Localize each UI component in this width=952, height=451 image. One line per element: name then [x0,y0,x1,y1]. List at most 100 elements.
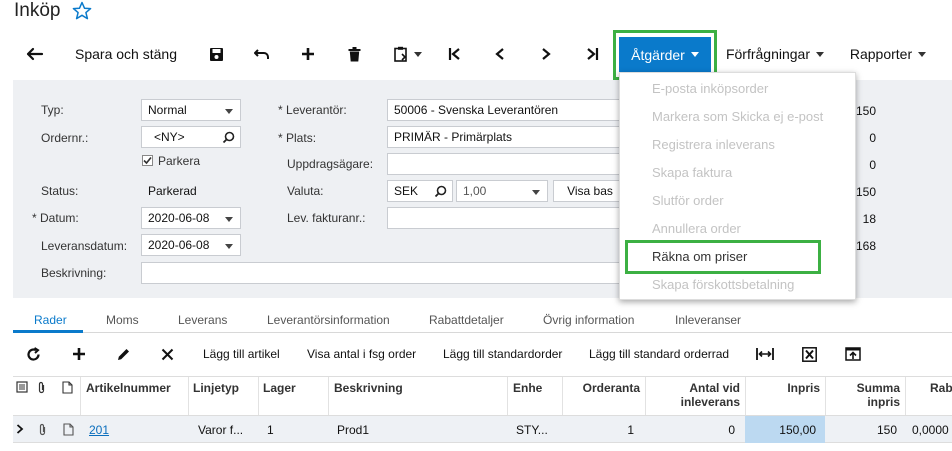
cell-linjetyp[interactable]: Varor f... [198,423,243,437]
actions-menu-button[interactable]: Åtgärder [619,37,711,72]
add-std-row-button[interactable]: Lägg till standard orderrad [589,342,729,366]
col-summa[interactable]: Summa [830,381,900,395]
menu-item-email-order[interactable]: E-posta inköpsorder [652,81,768,96]
col-inpris[interactable]: Inpris [750,381,820,395]
add-row-button[interactable] [72,342,86,366]
parkera-label: Parkera [158,154,201,168]
leverantor-value: 50006 - Svenska Leverantören [394,103,559,117]
plus-icon [302,48,314,60]
parkera-checkbox[interactable] [142,155,153,166]
visa-bas-label: Visa bas [567,184,613,198]
tab-leverans[interactable]: Leverans [178,313,227,327]
undo-button[interactable] [250,38,274,70]
upload-button[interactable] [845,342,861,366]
tab-moms[interactable]: Moms [106,313,139,327]
refresh-button[interactable] [26,342,41,366]
col-artikelnummer[interactable]: Artikelnummer [86,381,171,395]
delete-button[interactable] [342,38,366,70]
paperclip-icon[interactable] [37,423,48,436]
tab-rader[interactable]: Rader [34,313,67,327]
next-record-button[interactable] [534,38,558,70]
cell-orderantal[interactable]: 1 [566,423,634,437]
cell-artikelnummer[interactable]: 201 [89,423,109,437]
search-icon[interactable] [434,185,447,198]
excel-icon [802,346,817,362]
tab-leverantorsinformation[interactable]: Leverantörsinformation [267,313,390,327]
page-title: Inköp [14,0,61,21]
export-excel-button[interactable] [802,342,817,366]
last-icon [587,48,599,60]
uppdragsagare-field[interactable] [387,153,627,175]
lev-faktura-field[interactable] [387,207,627,229]
search-icon[interactable] [222,131,235,144]
cell-rabatt[interactable]: 0,0000 [912,423,949,437]
chevron-left-icon [495,48,504,60]
leverantor-field[interactable]: 50006 - Svenska Leverantören [387,99,627,121]
cell-antal-inleverans[interactable]: 0 [650,423,735,437]
add-article-button[interactable]: Lägg till artikel [203,342,280,366]
add-std-order-button[interactable]: Lägg till standardorder [443,342,562,366]
leverantor-label: Leverantör: [278,103,347,117]
menu-item-create-prepayment[interactable]: Skapa förskottsbetalning [652,277,794,292]
col-summa-inpris[interactable]: inpris [830,395,900,409]
inquiries-menu-button[interactable]: Förfrågningar [722,38,828,70]
leveransdatum-label: Leveransdatum: [41,239,128,253]
datum-field[interactable]: 2020-06-08 [141,207,241,229]
tab-ovrig-information[interactable]: Övrig information [543,313,634,327]
menu-item-mark-no-email[interactable]: Markera som Skicka ej e-post [652,109,823,124]
col-linjetyp[interactable]: Linjetyp [193,381,239,395]
row-expand-icon[interactable] [16,424,24,434]
plats-value: PRIMÄR - Primärplats [394,130,513,144]
reports-menu-button[interactable]: Rapporter [846,38,930,70]
document-icon [62,381,73,394]
add-button[interactable] [296,38,320,70]
uppdragsagare-label: Uppdragsägare: [287,157,374,171]
fit-columns-button[interactable] [756,342,774,366]
tab-inleveranser[interactable]: Inleveranser [675,313,741,327]
cell-summa-inpris[interactable]: 150 [830,423,897,437]
previous-record-button[interactable] [488,38,512,70]
first-record-button[interactable] [443,38,467,70]
col-orderantal[interactable]: Orderanta [566,381,640,395]
last-record-button[interactable] [580,38,604,70]
col-beskrivning[interactable]: Beskrivning [334,381,403,395]
save-close-button[interactable]: Spara och stäng [66,38,186,70]
cell-lager[interactable]: 1 [267,423,274,437]
valuta-rate-field[interactable]: 1,00 [456,180,548,202]
col-enhet[interactable]: Enhe [513,381,542,395]
star-icon[interactable] [72,1,92,21]
pencil-icon [118,348,129,360]
col-lager[interactable]: Lager [263,381,296,395]
actions-label: Åtgärder [631,46,685,63]
delete-row-button[interactable] [161,342,174,366]
typ-select[interactable]: Normal [141,99,241,121]
col-rabatt[interactable]: Rab [930,381,952,395]
menu-item-register-receipt[interactable]: Registrera inleverans [652,137,775,152]
upload-icon [845,347,861,361]
show-qty-button[interactable]: Visa antal i fsg order [307,342,416,366]
plats-field[interactable]: PRIMÄR - Primärplats [387,126,627,148]
col-inleverans[interactable]: inleverans [650,395,740,409]
cell-enhet[interactable]: STY... [516,423,548,437]
menu-item-cancel-order[interactable]: Annullera order [652,221,741,236]
document-icon[interactable] [63,423,74,436]
status-value: Parkerad [148,184,197,198]
ordernr-field[interactable]: <NY> [141,126,241,148]
chevron-down-icon [225,109,233,114]
clipboard-dropdown[interactable] [388,38,428,70]
beskrivning-field[interactable] [141,262,621,284]
cell-beskrivning[interactable]: Prod1 [337,423,369,437]
edit-row-button[interactable] [116,342,131,366]
tab-rabattdetaljer[interactable]: Rabattdetaljer [429,313,504,327]
cell-inpris[interactable]: 150,00 [750,423,816,437]
valuta-code-field[interactable]: SEK [387,180,453,202]
typ-label: Typ: [41,103,64,117]
menu-item-create-invoice[interactable]: Skapa faktura [652,165,732,180]
visa-bas-button[interactable]: Visa bas [553,180,627,202]
save-button[interactable] [204,38,228,70]
valuta-rate-value: 1,00 [463,184,487,198]
leveransdatum-field[interactable]: 2020-06-08 [141,234,241,256]
col-antal-vid[interactable]: Antal vid [650,381,740,395]
menu-item-complete-order[interactable]: Slutför order [652,193,724,208]
back-button[interactable] [22,38,48,70]
